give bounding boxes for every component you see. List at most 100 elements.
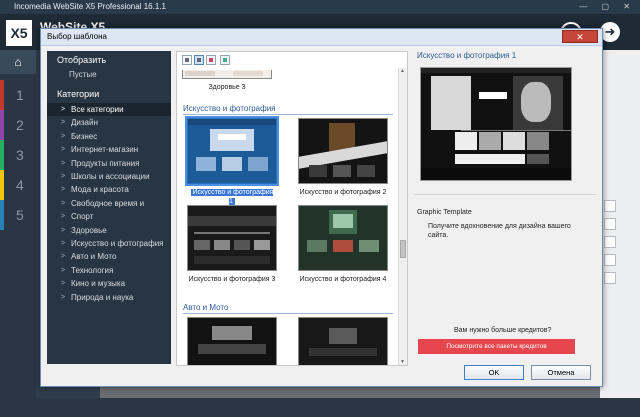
category-label: Свободное время и — [71, 198, 145, 208]
template-thumb — [298, 205, 388, 271]
category-item[interactable]: > Интернет-магазин — [47, 143, 171, 156]
category-item[interactable]: > Бизнес — [47, 130, 171, 143]
template-description: Получите вдохновение для дизайна вашего … — [428, 223, 571, 239]
categories-heading: Категории — [57, 89, 100, 99]
template-caption: Искусство и фотография 3 — [188, 276, 276, 283]
category-label: Интернет-магазин — [71, 145, 139, 155]
chevron-right-icon: > — [61, 173, 66, 180]
template-caption: Искусство и фотография 1 — [190, 189, 274, 205]
dialog-titlebar: Выбор шаблона ✕ — [41, 29, 602, 46]
home-icon[interactable]: ⌂ — [0, 50, 36, 74]
bg-field — [604, 236, 616, 248]
category-label: Дизайн — [71, 118, 98, 128]
step-1[interactable]: 1 — [0, 80, 36, 110]
category-item[interactable]: > Продукты питания — [47, 157, 171, 170]
category-label: Бизнес — [71, 131, 98, 141]
template-card[interactable]: Искусство и фотография 2 — [298, 118, 388, 197]
chevron-right-icon: > — [61, 293, 66, 301]
category-item[interactable]: > Здоровье — [47, 224, 171, 237]
list-view-icon[interactable] — [182, 55, 192, 65]
scroll-up-icon[interactable]: ▲ — [400, 68, 405, 74]
template-prev[interactable]: Здоровье 3 — [182, 70, 272, 92]
category-item[interactable]: > Искусство и фотография — [47, 237, 171, 250]
arrow-right-icon[interactable]: ➜ — [600, 22, 620, 42]
template-caption: Искусство и фотография 4 — [299, 276, 387, 283]
category-item[interactable]: > Школы и ассоциации — [47, 170, 171, 183]
close-button[interactable]: ✕ — [562, 30, 598, 43]
category-label: Мода и красота — [71, 185, 129, 195]
chevron-right-icon: > — [61, 106, 66, 113]
category-item[interactable]: > Все категории — [47, 103, 171, 116]
app-logo: X5 — [6, 20, 32, 46]
app-title: Incomedia WebSite X5 Professional 16.1.1 — [14, 2, 166, 11]
chevron-right-icon: > — [61, 226, 66, 234]
category-item[interactable]: > Спорт — [47, 210, 171, 223]
section-heading: Искусство и фотография — [183, 104, 393, 115]
chevron-right-icon: > — [61, 119, 66, 127]
window-controls[interactable]: — ▢ ✕ — [579, 0, 636, 14]
bg-field — [604, 254, 616, 266]
template-card[interactable]: Искусство и фотография 3 — [187, 205, 277, 284]
category-item[interactable]: > Кино и музыка — [47, 277, 171, 290]
template-thumb — [187, 317, 277, 365]
category-label: Искусство и фотография — [71, 239, 164, 248]
chevron-right-icon: > — [61, 280, 66, 288]
category-item[interactable]: > Мода и красота — [47, 183, 171, 196]
category-label: Все категории — [71, 105, 124, 114]
category-item[interactable]: > Авто и Мото — [47, 250, 171, 263]
template-card[interactable] — [298, 317, 388, 365]
scrollbar-thumb[interactable] — [400, 240, 406, 258]
bg-field — [604, 272, 616, 284]
chevron-right-icon: > — [61, 146, 66, 154]
gallery-toolbar — [177, 52, 407, 68]
gallery-scrollbar[interactable]: ▲ ▼ — [398, 68, 407, 365]
ok-button[interactable]: OK — [464, 365, 524, 380]
category-label: Спорт — [71, 212, 94, 222]
chevron-right-icon: > — [61, 132, 66, 140]
category-item[interactable]: > Технология — [47, 264, 171, 277]
category-label: Продукты питания — [71, 158, 140, 168]
category-item[interactable]: > Дизайн — [47, 116, 171, 129]
app-titlebar: Incomedia WebSite X5 Professional 16.1.1… — [0, 0, 640, 14]
template-caption: Здоровье 3 — [208, 84, 246, 91]
step-3[interactable]: 3 — [0, 140, 36, 170]
template-caption: Искусство и фотография 2 — [299, 189, 387, 196]
grid-view-icon[interactable] — [194, 55, 204, 65]
chevron-right-icon: > — [61, 240, 66, 247]
app-background-form — [600, 50, 640, 417]
bg-field — [604, 200, 616, 212]
categories-panel: Отобразить Пустые Категории > Все категор… — [47, 51, 171, 364]
export-icon[interactable] — [220, 55, 230, 65]
preview-title: Искусство и фотография 1 — [417, 51, 517, 60]
category-label: Природа и наука — [71, 292, 134, 302]
template-thumb — [185, 116, 279, 186]
category-label: Школы и ассоциации — [71, 172, 150, 181]
cancel-button[interactable]: Отмена — [531, 365, 591, 380]
category-label: Авто и Мото — [71, 252, 117, 262]
large-view-icon[interactable] — [206, 55, 216, 65]
scroll-down-icon[interactable]: ▼ — [400, 359, 405, 365]
category-label: Здоровье — [71, 225, 107, 235]
template-preview: Искусство и фотография 1 Graphic Templat… — [414, 49, 596, 367]
need-credits-text: Вам нужно больше кредитов? — [454, 327, 552, 334]
step-4[interactable]: 4 — [0, 170, 36, 200]
chevron-right-icon: > — [61, 159, 66, 167]
template-thumb — [298, 118, 388, 184]
bg-field — [604, 218, 616, 230]
preview-image — [420, 67, 572, 181]
section-heading: Авто и Мото — [183, 303, 393, 314]
category-item[interactable]: > Природа и наука — [47, 291, 171, 304]
template-card[interactable]: Искусство и фотография 4 — [298, 205, 388, 284]
credits-button[interactable]: Посмотрите все пакеты кредитов — [418, 339, 575, 354]
chevron-right-icon: > — [61, 186, 66, 194]
step-2[interactable]: 2 — [0, 110, 36, 140]
template-dialog: Выбор шаблона ✕ Отобразить Пустые Катего… — [40, 28, 603, 387]
template-card-selected[interactable]: Искусство и фотография 1 — [185, 116, 279, 206]
category-item[interactable]: > Свободное время и — [47, 197, 171, 210]
step-5[interactable]: 5 — [0, 200, 36, 230]
show-heading: Отобразить — [57, 55, 107, 65]
category-label: Технология — [71, 265, 114, 275]
category-label: Кино и музыка — [71, 279, 126, 289]
show-item-empty[interactable]: Пустые — [69, 70, 97, 79]
template-card[interactable] — [187, 317, 277, 365]
